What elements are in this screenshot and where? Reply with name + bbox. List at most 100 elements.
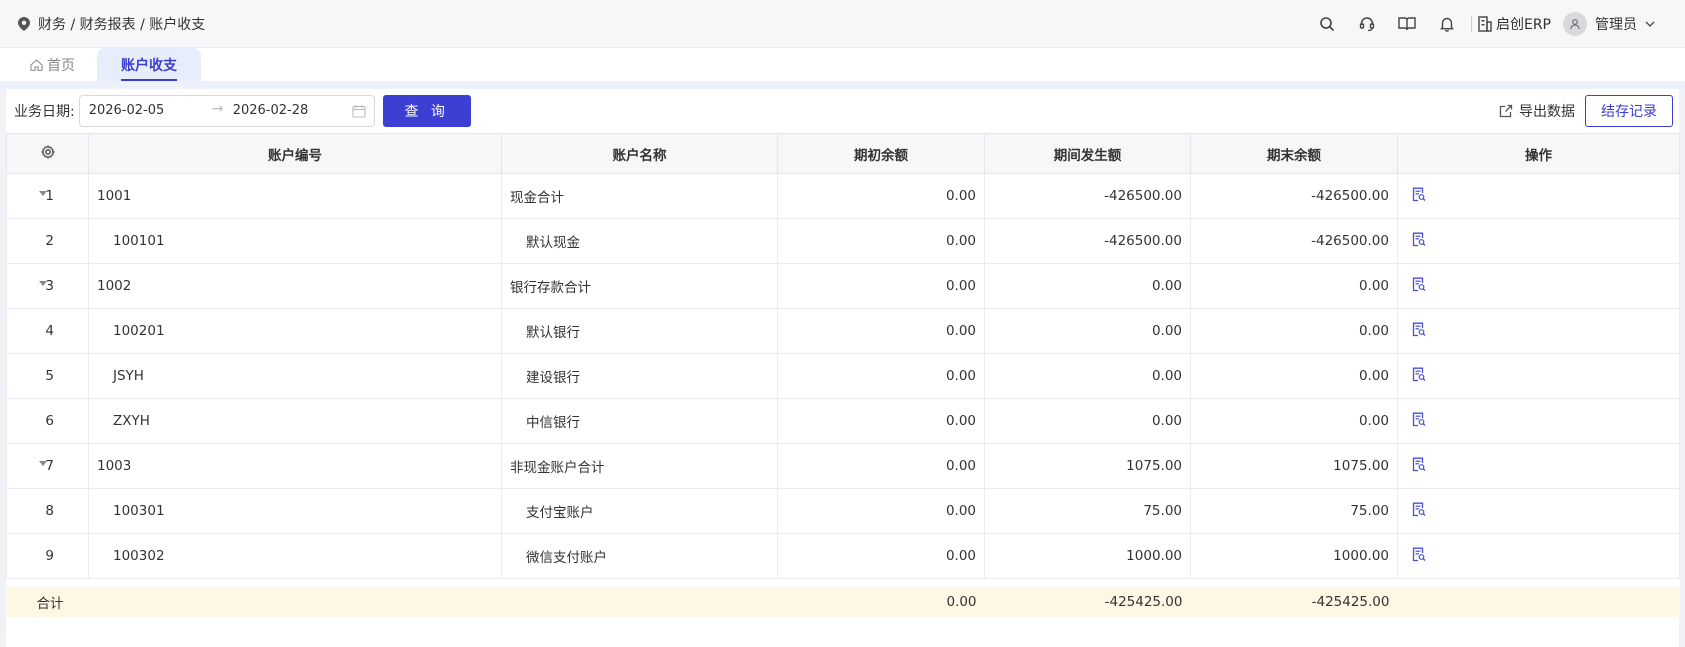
tab-account-income[interactable]: 账户收支 [97, 48, 201, 81]
column-settings[interactable] [6, 133, 89, 174]
col-account-code: 账户编号 [88, 133, 502, 174]
row-index-value: 6 [45, 413, 54, 429]
account-name: 现金合计 [501, 173, 778, 219]
org-switcher[interactable]: 启创ERP [1478, 14, 1551, 34]
row-index: 2 [6, 218, 89, 264]
total-row: 合计 0.00 -425425.00 -425425.00 [6, 586, 1680, 617]
account-name: 非现金账户合计 [501, 443, 778, 489]
period-amount: -426500.00 [984, 173, 1191, 219]
row-index: 9 [6, 533, 89, 579]
export-data-label: 导出数据 [1519, 104, 1575, 120]
account-code: 1001 [88, 173, 502, 219]
row-actions [1397, 488, 1680, 534]
total-actions-cell [1397, 586, 1680, 617]
opening-balance: 0.00 [777, 218, 985, 264]
search-button[interactable] [1307, 0, 1347, 48]
gear-icon [40, 144, 55, 159]
closing-balance: 0.00 [1190, 398, 1398, 444]
notifications-button[interactable] [1427, 0, 1467, 48]
col-account-name: 账户名称 [501, 133, 778, 174]
brand-name: 启创ERP [1495, 16, 1551, 33]
col-actions: 操作 [1397, 133, 1680, 174]
period-amount: 75.00 [984, 488, 1191, 534]
user-icon [1570, 18, 1580, 29]
avatar [1563, 11, 1587, 36]
opening-balance: 0.00 [777, 173, 985, 219]
caret-down-icon[interactable] [39, 461, 47, 466]
end-date-input[interactable]: 2026-02-28 [233, 103, 309, 118]
detail-view-icon[interactable] [1412, 502, 1426, 517]
manual-button[interactable] [1387, 0, 1427, 48]
closing-balance: 0.00 [1190, 353, 1398, 399]
opening-balance: 0.00 [777, 533, 985, 579]
row-index: 3 [6, 263, 89, 309]
row-index: 6 [6, 398, 89, 444]
tabs-underline-area [0, 81, 1685, 89]
opening-balance: 0.00 [777, 443, 985, 489]
tab-home[interactable]: 首页 [12, 48, 93, 81]
row-actions [1397, 398, 1680, 444]
table-spacer [6, 578, 1680, 587]
caret-down-icon[interactable] [39, 281, 47, 286]
tab-account-income-label: 账户收支 [121, 57, 177, 74]
bell-icon [1439, 17, 1454, 32]
detail-view-icon[interactable] [1412, 547, 1426, 562]
account-code: 1002 [88, 263, 502, 309]
table-row: 6 ZXYH 中信银行 0.00 0.00 0.00 [6, 398, 1680, 444]
user-menu[interactable]: 管理员 [1563, 11, 1655, 36]
detail-view-icon[interactable] [1412, 187, 1426, 202]
row-actions [1397, 218, 1680, 264]
export-data-button[interactable]: 导出数据 [1499, 101, 1575, 121]
account-code: 1003 [88, 443, 502, 489]
range-arrow: → [211, 101, 224, 117]
row-index-value: 4 [45, 323, 54, 339]
row-index: 8 [6, 488, 89, 534]
table-row: 1 1001 现金合计 0.00 -426500.00 -426500.00 [6, 173, 1680, 219]
period-amount: 0.00 [984, 308, 1191, 354]
account-table: 账户编号 账户名称 期初余额 期间发生额 期末余额 操作 1 1001 现金合计… [6, 133, 1680, 617]
detail-view-icon[interactable] [1412, 412, 1426, 427]
external-link-icon [1499, 104, 1513, 118]
row-actions [1397, 353, 1680, 399]
row-index: 5 [6, 353, 89, 399]
support-button[interactable] [1347, 0, 1387, 48]
row-index-value: 2 [45, 233, 54, 249]
opening-balance: 0.00 [777, 353, 985, 399]
account-code: JSYH [88, 353, 502, 399]
detail-view-icon[interactable] [1412, 232, 1426, 247]
breadcrumb-text: 财务 / 财务报表 / 账户收支 [38, 16, 206, 33]
row-index-value: 5 [45, 368, 54, 384]
row-actions [1397, 443, 1680, 489]
spacer-cell [6, 578, 1680, 587]
date-label: 业务日期: [14, 104, 75, 120]
detail-view-icon[interactable] [1412, 367, 1426, 382]
query-button[interactable]: 查 询 [382, 95, 471, 127]
caret-down-icon[interactable] [39, 191, 47, 196]
account-code: 100101 [88, 218, 502, 264]
headset-icon [1359, 16, 1375, 31]
closing-balance: 75.00 [1190, 488, 1398, 534]
account-name: 默认现金 [501, 218, 778, 264]
opening-balance: 0.00 [777, 398, 985, 444]
detail-view-icon[interactable] [1412, 457, 1426, 472]
balance-record-button[interactable]: 结存记录 [1585, 95, 1673, 127]
breadcrumb: 财务 / 财务报表 / 账户收支 [0, 14, 205, 34]
table-row: 4 100201 默认银行 0.00 0.00 0.00 [6, 308, 1680, 354]
col-period-amount: 期间发生额 [984, 133, 1191, 174]
col-closing-balance: 期末余额 [1190, 133, 1398, 174]
account-code: 100201 [88, 308, 502, 354]
account-name: 中信银行 [501, 398, 778, 444]
table-row: 5 JSYH 建设银行 0.00 0.00 0.00 [6, 353, 1680, 399]
date-range-picker[interactable]: 2026-02-05 → 2026-02-28 [78, 95, 375, 127]
closing-balance: 1000.00 [1190, 533, 1398, 579]
account-code: 100301 [88, 488, 502, 534]
calendar-icon [352, 105, 366, 118]
detail-view-icon[interactable] [1412, 277, 1426, 292]
detail-view-icon[interactable] [1412, 322, 1426, 337]
period-amount: 1075.00 [984, 443, 1191, 489]
location-pin-icon [18, 16, 30, 31]
start-date-input[interactable]: 2026-02-05 [89, 103, 165, 118]
row-actions [1397, 263, 1680, 309]
account-name: 建设银行 [501, 353, 778, 399]
row-actions [1397, 308, 1680, 354]
